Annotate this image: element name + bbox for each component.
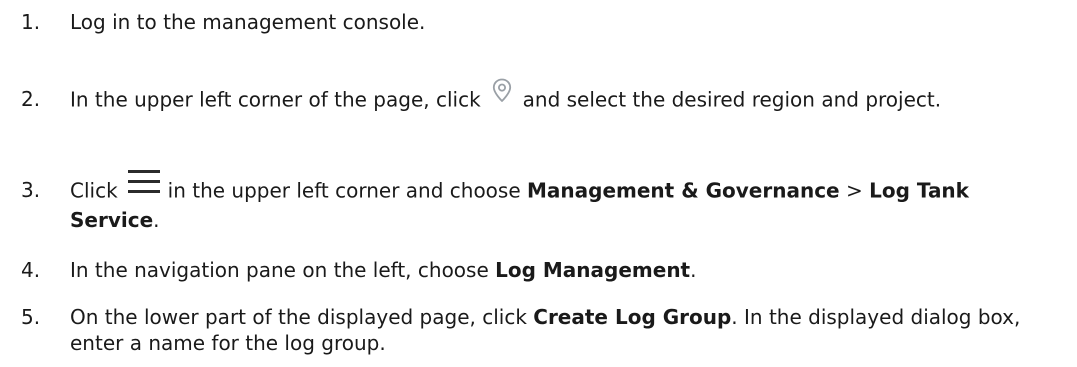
step-number: 5. (21, 305, 41, 329)
step-2: 2. In the upper left corner of the page,… (0, 78, 1077, 116)
step-text-segment: Click (70, 178, 118, 203)
step-4: 4. In the navigation pane on the left, c… (0, 257, 1077, 283)
create-log-group-label: Create Log Group (533, 305, 732, 329)
step-text: In the upper left corner of the page, cl… (70, 78, 1037, 116)
step-3: 3. Click in the upper left corner and ch… (0, 170, 1077, 233)
step-text-segment: and select the desired region and projec… (522, 87, 942, 112)
step-5: 5. On the lower part of the displayed pa… (0, 304, 1077, 356)
location-pin-icon (487, 76, 517, 106)
hamburger-menu-icon (126, 167, 162, 197)
menu-path-management-governance: Management & Governance (527, 178, 840, 203)
step-number: 4. (21, 258, 41, 282)
step-text: On the lower part of the displayed page,… (70, 304, 1037, 356)
step-1: 1. Log in to the management console. (0, 9, 1077, 35)
step-text-segment: In the navigation pane on the left, choo… (70, 258, 489, 282)
step-number: 2. (21, 87, 41, 111)
menu-path-separator: > (845, 178, 863, 203)
step-text-segment: Log in to the management console. (70, 10, 426, 34)
step-number: 1. (21, 10, 41, 34)
step-text-segment: On the lower part of the displayed page,… (70, 305, 527, 329)
step-text-segment: . (153, 208, 160, 232)
step-text-segment: in the upper left corner and choose (167, 178, 521, 203)
step-text: In the navigation pane on the left, choo… (70, 257, 1037, 283)
step-number: 3. (21, 178, 41, 202)
step-text: Log in to the management console. (70, 9, 1037, 35)
procedure-steps: 1. Log in to the management console. 2. … (0, 0, 1077, 367)
nav-item-log-management: Log Management (495, 258, 691, 282)
step-text-segment: In the upper left corner of the page, cl… (70, 87, 481, 112)
step-text: Click in the upper left corner and choos… (70, 170, 1037, 233)
step-text-segment: . (690, 258, 697, 282)
